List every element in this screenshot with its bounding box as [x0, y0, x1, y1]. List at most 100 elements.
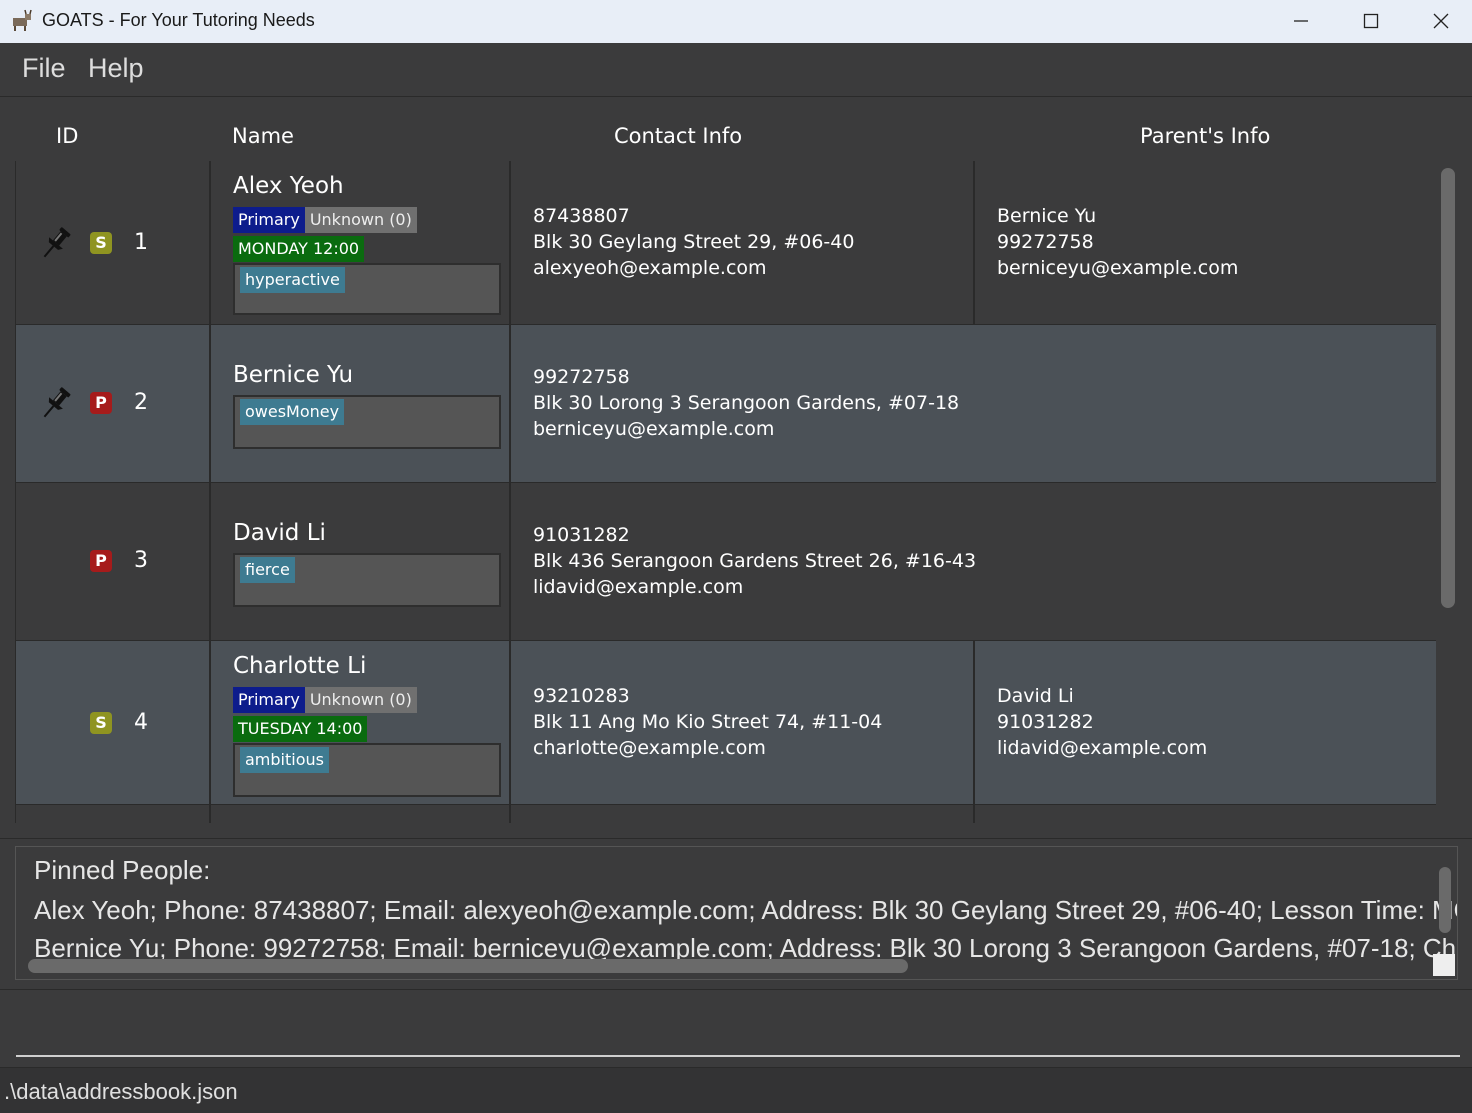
id-cell: P 3	[16, 483, 211, 640]
tag-box: owesMoney	[233, 395, 501, 449]
tag-chip: fierce	[240, 557, 295, 583]
level-row: Primary Unknown (0)	[233, 207, 417, 233]
person-id: 3	[134, 548, 148, 573]
minimize-icon	[1294, 20, 1308, 22]
parent-info: Bernice Yu 99272758 berniceyu@example.co…	[997, 203, 1238, 281]
parent-cell: Bernice Yu 99272758 berniceyu@example.co…	[975, 161, 1436, 324]
person-id: 4	[134, 710, 148, 735]
parent-email-text: berniceyu@example.com	[997, 257, 1239, 279]
maximize-icon	[1363, 13, 1379, 29]
pinned-horizontal-scrollbar-thumb[interactable]	[28, 959, 908, 973]
person-row-partial[interactable]	[15, 805, 1436, 823]
id-cell: S 1	[16, 161, 211, 324]
level-badge: Primary	[233, 687, 305, 713]
header-id: ID	[56, 124, 79, 148]
header-name: Name	[232, 124, 294, 148]
parent-phone-text: 91031282	[997, 711, 1094, 733]
parent-cell: David Li 91031282 lidavid@example.com	[975, 641, 1436, 804]
name-cell: Alex Yeoh Primary Unknown (0) MONDAY 12:…	[211, 161, 511, 324]
person-id: 1	[134, 230, 148, 255]
person-row[interactable]: P 2 Bernice Yu owesMoney 99272758 Blk 30…	[15, 325, 1436, 483]
close-button[interactable]	[1406, 0, 1472, 43]
name-cell: Charlotte Li Primary Unknown (0) TUESDAY…	[211, 641, 511, 804]
address-text: Blk 30 Lorong 3 Serangoon Gardens, #07-1…	[533, 392, 960, 414]
parent-email-text: lidavid@example.com	[997, 737, 1208, 759]
contact-cell: 87438807 Blk 30 Geylang Street 29, #06-4…	[511, 161, 975, 324]
student-role-badge: S	[90, 232, 112, 254]
contact-cell: 93210283 Blk 11 Ang Mo Kio Street 74, #1…	[511, 641, 975, 804]
tag-chip: owesMoney	[240, 399, 345, 425]
parent-name-text: David Li	[997, 685, 1074, 707]
pinned-vertical-scrollbar-thumb[interactable]	[1439, 867, 1451, 933]
parent-phone-text: 99272758	[997, 231, 1094, 253]
close-icon	[1433, 13, 1449, 29]
level-badge: Primary	[233, 207, 305, 233]
contact-cell	[511, 805, 975, 823]
tag-box: hyperactive	[233, 263, 501, 315]
parent-cell	[975, 805, 1436, 823]
person-list: S 1 Alex Yeoh Primary Unknown (0) MONDAY…	[15, 161, 1436, 823]
tag-chip: hyperactive	[240, 267, 345, 293]
list-scrollbar-thumb[interactable]	[1441, 168, 1455, 608]
window-title: GOATS - For Your Tutoring Needs	[42, 10, 315, 30]
person-name: Bernice Yu	[233, 362, 354, 388]
parent-role-badge: P	[90, 392, 112, 414]
tag-chip: ambitious	[240, 747, 329, 773]
person-name: David Li	[233, 520, 326, 546]
contact-cell: 91031282 Blk 436 Serangoon Gardens Stree…	[511, 483, 1436, 640]
pushpin-icon	[43, 227, 71, 258]
pinned-people-box[interactable]: Pinned People: Alex Yeoh; Phone: 8743880…	[15, 846, 1458, 980]
lesson-time-badge: MONDAY 12:00	[233, 236, 365, 262]
phone-text: 93210283	[533, 685, 630, 707]
pinned-title: Pinned People:	[34, 855, 211, 885]
address-text: Blk 11 Ang Mo Kio Street 74, #11-04	[533, 711, 883, 733]
pinned-person-line: Alex Yeoh; Phone: 87438807; Email: alexy…	[34, 895, 1458, 925]
menu-file[interactable]: File	[22, 53, 66, 84]
phone-text: 87438807	[533, 205, 630, 227]
address-text: Blk 30 Geylang Street 29, #06-40	[533, 231, 855, 253]
name-cell: Bernice Yu owesMoney	[211, 325, 511, 482]
status-bar: .\data\addressbook.json	[0, 1067, 1472, 1113]
header-parents-info: Parent's Info	[1140, 124, 1271, 148]
contact-info: 93210283 Blk 11 Ang Mo Kio Street 74, #1…	[533, 683, 882, 761]
contact-cell: 99272758 Blk 30 Lorong 3 Serangoon Garde…	[511, 325, 1436, 482]
name-cell: David Li fierce	[211, 483, 511, 640]
lesson-time-badge: TUESDAY 14:00	[233, 716, 368, 742]
person-name: Charlotte Li	[233, 653, 367, 679]
person-name: Alex Yeoh	[233, 173, 344, 199]
id-cell: P 2	[16, 325, 211, 482]
email-text: charlotte@example.com	[533, 737, 766, 759]
student-role-badge: S	[90, 712, 112, 734]
maximize-button[interactable]	[1336, 0, 1406, 43]
grade-badge: Unknown (0)	[304, 687, 417, 713]
person-row[interactable]: S 1 Alex Yeoh Primary Unknown (0) MONDAY…	[15, 161, 1436, 325]
parent-name-text: Bernice Yu	[997, 205, 1097, 227]
pushpin-icon	[43, 387, 71, 418]
email-text: berniceyu@example.com	[533, 418, 775, 440]
menu-bar: File Help	[0, 43, 1472, 97]
person-row[interactable]: P 3 David Li fierce 91031282 Blk 436 Ser…	[15, 483, 1436, 641]
save-location-text: .\data\addressbook.json	[4, 1079, 238, 1104]
scrollbar-corner	[1433, 954, 1455, 976]
title-bar: GOATS - For Your Tutoring Needs	[0, 0, 1472, 43]
person-id: 2	[134, 390, 148, 415]
address-text: Blk 436 Serangoon Gardens Street 26, #16…	[533, 550, 977, 572]
tag-box: ambitious	[233, 743, 501, 797]
tag-box: fierce	[233, 553, 501, 607]
parent-role-badge: P	[90, 550, 112, 572]
phone-text: 91031282	[533, 524, 630, 546]
level-row: Primary Unknown (0)	[233, 687, 417, 713]
name-cell	[211, 805, 511, 823]
goat-app-icon	[13, 9, 32, 31]
command-input-underline[interactable]	[16, 1055, 1460, 1057]
id-cell: S 4	[16, 641, 211, 804]
phone-text: 99272758	[533, 366, 630, 388]
menu-help[interactable]: Help	[88, 53, 144, 84]
contact-info: 91031282 Blk 436 Serangoon Gardens Stree…	[533, 522, 976, 600]
email-text: alexyeoh@example.com	[533, 257, 767, 279]
parent-info: David Li 91031282 lidavid@example.com	[997, 683, 1207, 761]
person-row[interactable]: S 4 Charlotte Li Primary Unknown (0) TUE…	[15, 641, 1436, 805]
header-contact-info: Contact Info	[614, 124, 743, 148]
contact-info: 87438807 Blk 30 Geylang Street 29, #06-4…	[533, 203, 854, 281]
minimize-button[interactable]	[1266, 0, 1336, 43]
